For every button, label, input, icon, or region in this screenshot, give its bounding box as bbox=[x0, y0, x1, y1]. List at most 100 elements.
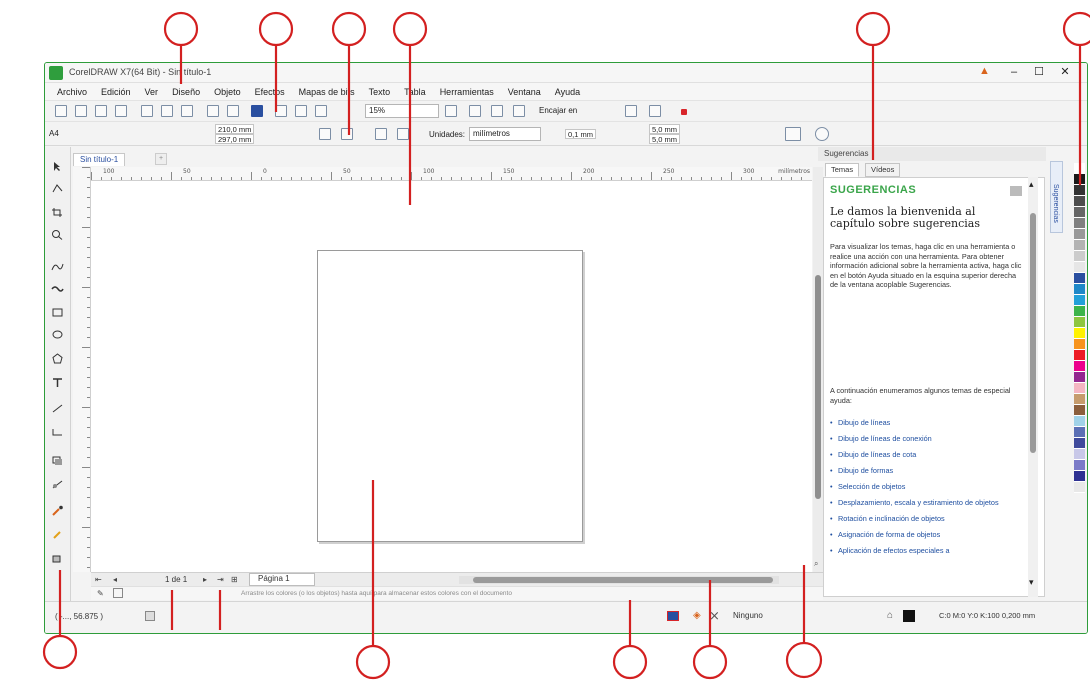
interactive-fill-icon[interactable] bbox=[51, 527, 64, 539]
zoom-tool-icon[interactable] bbox=[51, 227, 64, 240]
color-swatch[interactable] bbox=[1074, 317, 1085, 328]
outline-color-swatch[interactable] bbox=[903, 610, 915, 622]
unit-box-icon[interactable] bbox=[785, 127, 801, 141]
page-width-field[interactable]: 210,0 mm bbox=[215, 124, 255, 134]
color-swatch[interactable] bbox=[1074, 262, 1085, 273]
vertical-ruler[interactable] bbox=[73, 167, 91, 572]
hint-topic-link[interactable]: Dibujo de líneas de cota bbox=[830, 450, 1026, 459]
print-icon[interactable] bbox=[115, 105, 127, 117]
menu-objeto[interactable]: Objeto bbox=[214, 87, 241, 97]
horizontal-ruler[interactable]: 100 50 0 50 100 150 200 250 300 milímetros bbox=[91, 167, 812, 181]
zoom-select[interactable]: 15% bbox=[365, 104, 439, 118]
drop-shadow-icon[interactable] bbox=[51, 453, 64, 465]
ellipse-tool-icon[interactable] bbox=[51, 327, 64, 339]
artistic-media-icon[interactable] bbox=[51, 281, 64, 292]
hint-topic-link[interactable]: Dibujo de líneas de conexión bbox=[830, 434, 1026, 443]
scroll-down-icon[interactable]: ▾ bbox=[1029, 577, 1034, 588]
page-tab[interactable]: Página 1 bbox=[249, 573, 315, 586]
add-icon[interactable] bbox=[815, 127, 829, 141]
hint-topic-link[interactable]: Dibujo de líneas bbox=[830, 418, 1026, 427]
menu-herramientas[interactable]: Herramientas bbox=[440, 87, 494, 97]
portrait-icon[interactable] bbox=[319, 128, 331, 140]
text-tool-icon[interactable] bbox=[51, 375, 64, 387]
color-swatch[interactable] bbox=[1074, 163, 1085, 174]
tab-temas[interactable]: Temas bbox=[825, 163, 860, 177]
launcher-red-icon[interactable] bbox=[681, 109, 687, 115]
hint-topic-link[interactable]: Rotación e inclinación de objetos bbox=[830, 514, 1026, 523]
transparency-icon[interactable] bbox=[51, 477, 64, 489]
color-swatch[interactable] bbox=[1074, 361, 1085, 372]
hint-topic-link[interactable]: Aplicación de efectos especiales a bbox=[830, 546, 1026, 555]
color-swatch[interactable] bbox=[1074, 185, 1085, 196]
rectangle-tool-icon[interactable] bbox=[51, 305, 64, 317]
save-icon[interactable] bbox=[95, 105, 107, 117]
snap-to-dropdown[interactable]: Encajar en bbox=[539, 106, 577, 115]
duplicate-x-field[interactable]: 5,0 mm bbox=[649, 124, 681, 134]
paper-size-select[interactable]: A4 bbox=[49, 129, 59, 138]
page-height-field[interactable]: 297,0 mm bbox=[215, 134, 255, 144]
tab-videos[interactable]: Vídeos bbox=[865, 163, 901, 177]
connector-tool-icon[interactable] bbox=[51, 425, 64, 436]
color-swatch[interactable] bbox=[1074, 427, 1085, 438]
hints-book-icon[interactable] bbox=[1010, 186, 1022, 196]
color-swatch[interactable] bbox=[1074, 328, 1085, 339]
menu-diseno[interactable]: Diseño bbox=[172, 87, 200, 97]
copy-icon[interactable] bbox=[161, 105, 173, 117]
warning-icon[interactable]: ▲ bbox=[979, 65, 990, 77]
current-page-icon[interactable] bbox=[397, 128, 409, 140]
hint-topic-link[interactable]: Dibujo de formas bbox=[830, 466, 1026, 475]
menu-texto[interactable]: Texto bbox=[369, 87, 391, 97]
menu-archivo[interactable]: Archivo bbox=[57, 87, 87, 97]
horizontal-scrollbar[interactable] bbox=[459, 576, 779, 584]
color-swatch[interactable] bbox=[1074, 339, 1085, 350]
search-content-icon[interactable] bbox=[251, 105, 263, 117]
color-swatch[interactable] bbox=[1074, 196, 1085, 207]
all-pages-icon[interactable] bbox=[375, 128, 387, 140]
pick-tool-icon[interactable] bbox=[51, 159, 64, 171]
freehand-tool-icon[interactable] bbox=[51, 259, 64, 271]
color-swatch[interactable] bbox=[1074, 482, 1085, 493]
next-page-icon[interactable]: ▸ bbox=[203, 575, 207, 584]
color-swatch[interactable] bbox=[1074, 460, 1085, 471]
color-swatch[interactable] bbox=[1074, 416, 1085, 427]
color-swatch[interactable] bbox=[1074, 383, 1085, 394]
duplicate-y-field[interactable]: 5,0 mm bbox=[649, 134, 681, 144]
color-swatch[interactable] bbox=[1074, 251, 1085, 262]
color-swatch[interactable] bbox=[1074, 449, 1085, 460]
close-button[interactable]: ✕ bbox=[1056, 65, 1074, 80]
hint-topic-link[interactable]: Asignación de forma de objetos bbox=[830, 530, 1026, 539]
vertical-scroll-thumb[interactable] bbox=[815, 275, 821, 499]
last-page-icon[interactable]: ⇥ bbox=[217, 575, 224, 584]
menu-ver[interactable]: Ver bbox=[145, 87, 159, 97]
crop-tool-icon[interactable] bbox=[51, 205, 64, 217]
fullscreen-icon[interactable] bbox=[445, 105, 457, 117]
nudge-distance-field[interactable]: 0,1 mm bbox=[565, 129, 597, 139]
palette-eyedropper-icon[interactable]: ✎ bbox=[97, 589, 104, 598]
import-icon[interactable] bbox=[275, 105, 287, 117]
color-swatch[interactable] bbox=[1074, 284, 1085, 295]
paste-icon[interactable] bbox=[181, 105, 193, 117]
menu-efectos[interactable]: Efectos bbox=[255, 87, 285, 97]
docker-scrollbar[interactable]: ▴ ▾ bbox=[1028, 177, 1038, 597]
document-tab[interactable]: Sin título-1 bbox=[73, 153, 126, 166]
color-swatch[interactable] bbox=[1074, 350, 1085, 361]
add-tab-icon[interactable]: + bbox=[155, 153, 167, 165]
color-swatch[interactable] bbox=[1074, 240, 1085, 251]
menu-tabla[interactable]: Tabla bbox=[404, 87, 426, 97]
no-color-swatch[interactable] bbox=[113, 588, 123, 598]
open-icon[interactable] bbox=[75, 105, 87, 117]
undo-icon[interactable] bbox=[207, 105, 219, 117]
docker-side-tab[interactable]: Sugerencias bbox=[1050, 161, 1063, 233]
color-swatch[interactable] bbox=[1074, 207, 1085, 218]
color-swatch[interactable] bbox=[1074, 372, 1085, 383]
status-expand-icon[interactable] bbox=[145, 611, 155, 621]
color-swatch[interactable] bbox=[1074, 438, 1085, 449]
minimize-button[interactable]: – bbox=[1005, 65, 1023, 80]
color-swatch[interactable] bbox=[1074, 471, 1085, 482]
smart-fill-icon[interactable] bbox=[51, 551, 64, 563]
drawing-page[interactable] bbox=[317, 250, 583, 542]
new-icon[interactable] bbox=[55, 105, 67, 117]
color-swatch[interactable] bbox=[1074, 218, 1085, 229]
scroll-up-icon[interactable]: ▴ bbox=[1029, 179, 1034, 190]
options-icon[interactable] bbox=[625, 105, 637, 117]
